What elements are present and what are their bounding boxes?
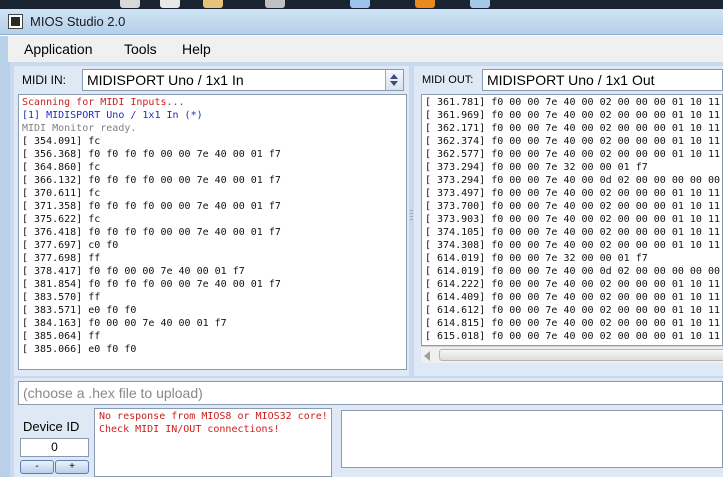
midi-out-log-line: [ 373.294] f0 00 00 7e 40 00 0d 02 00 00… xyxy=(425,175,721,186)
midi-out-log-line: [ 361.781] f0 00 00 7e 40 00 02 00 00 00… xyxy=(425,97,721,108)
hex-file-field[interactable] xyxy=(19,382,722,404)
midi-in-log-line: [ 383.570] ff xyxy=(22,292,101,303)
device-id-increment-button[interactable]: + xyxy=(55,460,89,474)
midi-in-log-line: [ 376.418] f0 f0 f0 f0 00 00 7e 40 00 01… xyxy=(22,227,281,238)
midi-in-select-arrows[interactable] xyxy=(385,70,403,90)
midi-out-log-line: [ 362.374] f0 00 00 7e 40 00 02 00 00 00… xyxy=(425,136,721,147)
midi-out-log-line: [ 614.019] f0 00 00 7e 40 00 0d 02 00 00… xyxy=(425,266,721,277)
midi-out-select[interactable]: MIDISPORT Uno / 1x1 Out xyxy=(482,69,723,91)
status-line: No response from MIOS8 or MIOS32 core! xyxy=(99,411,328,422)
midi-in-log-line: [ 354.091] fc xyxy=(22,136,101,147)
midi-out-label: MIDI OUT: xyxy=(422,74,474,86)
status-line: Check MIDI IN/OUT connections! xyxy=(99,424,280,435)
midi-in-log-line: [ 366.132] f0 f0 f0 f0 00 00 7e 40 00 01… xyxy=(22,175,281,186)
menu-help[interactable]: Help xyxy=(182,41,211,57)
arrow-down-icon xyxy=(390,81,398,86)
midi-in-log-line: [ 384.163] f0 00 00 7e 40 00 01 f7 xyxy=(22,318,227,329)
midi-in-log-line: [ 356.368] f0 f0 f0 f0 00 00 7e 40 00 01… xyxy=(22,149,281,160)
midi-out-log-line: [ 373.497] f0 00 00 7e 40 00 02 00 00 00… xyxy=(425,188,721,199)
midi-out-log-line: [ 374.105] f0 00 00 7e 40 00 02 00 00 00… xyxy=(425,227,721,238)
midi-out-log-line: [ 614.612] f0 00 00 7e 40 00 02 00 00 00… xyxy=(425,305,721,316)
menu-application[interactable]: Application xyxy=(24,41,93,57)
midi-out-horizontal-scrollbar[interactable] xyxy=(421,346,723,363)
title-bar[interactable]: MIOS Studio 2.0 xyxy=(0,9,723,35)
midi-in-log-line: MIDI Monitor ready. xyxy=(22,123,137,134)
midi-in-log-line: [ 381.854] f0 f0 f0 f0 00 00 7e 40 00 01… xyxy=(22,279,281,290)
taskbar xyxy=(0,0,723,9)
midi-in-selected-value: MIDISPORT Uno / 1x1 In xyxy=(87,72,244,88)
midi-out-log-line: [ 374.308] f0 00 00 7e 40 00 02 00 00 00… xyxy=(425,240,721,251)
taskbar-app-icon[interactable] xyxy=(265,0,285,8)
midi-in-select[interactable]: MIDISPORT Uno / 1x1 In xyxy=(82,69,404,91)
taskbar-app-icon[interactable] xyxy=(415,0,435,8)
midi-out-log-line: [ 373.700] f0 00 00 7e 40 00 02 00 00 00… xyxy=(425,201,721,212)
midi-in-log-line: [ 383.571] e0 f0 f0 xyxy=(22,305,137,316)
midi-in-log-line: [ 375.622] fc xyxy=(22,214,101,225)
midi-out-log-line: [ 362.577] f0 00 00 7e 40 00 02 00 00 00… xyxy=(425,149,721,160)
midi-in-log-line: [1] MIDISPORT Uno / 1x1 In (*) xyxy=(22,110,203,121)
device-id-decrement-button[interactable]: - xyxy=(20,460,54,474)
device-id-field[interactable]: 0 xyxy=(20,438,89,457)
device-id-label: Device ID xyxy=(23,419,80,434)
midi-in-log-line: [ 370.611] fc xyxy=(22,188,101,199)
midi-in-label: MIDI IN: xyxy=(22,73,66,87)
scroll-left-icon[interactable] xyxy=(424,351,430,361)
taskbar-app-icon[interactable] xyxy=(160,0,180,8)
midi-out-log-line: [ 373.294] f0 00 00 7e 32 00 00 01 f7 xyxy=(425,162,648,173)
midi-in-log-line: [ 371.358] f0 f0 f0 f0 00 00 7e 40 00 01… xyxy=(22,201,281,212)
midi-in-log-line: [ 385.064] ff xyxy=(22,331,101,342)
window-title: MIOS Studio 2.0 xyxy=(30,14,126,29)
midi-in-log-line: Scanning for MIDI Inputs... xyxy=(22,97,185,108)
midi-out-log-line: [ 361.969] f0 00 00 7e 40 00 02 00 00 00… xyxy=(425,110,721,121)
status-message-box: No response from MIOS8 or MIOS32 core! Ch… xyxy=(94,408,332,477)
menu-bar: Application Tools Help xyxy=(8,36,723,62)
query-output-box[interactable] xyxy=(341,410,723,468)
midi-out-log-line: [ 362.171] f0 00 00 7e 40 00 02 00 00 00… xyxy=(425,123,721,134)
midi-in-log-line: [ 385.066] e0 f0 f0 xyxy=(22,344,137,355)
menu-tools[interactable]: Tools xyxy=(124,41,157,57)
midi-in-log-line: [ 364.860] fc xyxy=(22,162,101,173)
midi-in-monitor[interactable]: Scanning for MIDI Inputs... [1] MIDISPORT… xyxy=(18,94,407,370)
arrow-up-icon xyxy=(390,74,398,79)
hex-file-input[interactable] xyxy=(18,381,723,405)
midi-out-selected-value: MIDISPORT Uno / 1x1 Out xyxy=(487,72,655,88)
midi-out-log-line: [ 614.409] f0 00 00 7e 40 00 02 00 00 00… xyxy=(425,292,721,303)
window-frame xyxy=(0,36,10,477)
taskbar-app-icon[interactable] xyxy=(470,0,490,8)
app-icon xyxy=(8,14,23,29)
taskbar-app-icon[interactable] xyxy=(350,0,370,8)
scrollbar-thumb[interactable] xyxy=(439,349,723,361)
midi-out-log-line: [ 615.018] f0 00 00 7e 40 00 02 00 00 00… xyxy=(425,331,721,342)
taskbar-app-icon[interactable] xyxy=(120,0,140,8)
midi-out-monitor[interactable]: [ 361.781] f0 00 00 7e 40 00 02 00 00 00… xyxy=(421,94,723,346)
midi-out-log-line: [ 373.903] f0 00 00 7e 40 00 02 00 00 00… xyxy=(425,214,721,225)
midi-in-log-line: [ 377.698] ff xyxy=(22,253,101,264)
midi-out-log-line: [ 614.019] f0 00 00 7e 32 00 00 01 f7 xyxy=(425,253,648,264)
midi-in-log-line: [ 377.697] c0 f0 xyxy=(22,240,119,251)
taskbar-app-icon[interactable] xyxy=(203,0,223,8)
midi-out-log-line: [ 614.815] f0 00 00 7e 40 00 02 00 00 00… xyxy=(425,318,721,329)
vertical-splitter-grip[interactable] xyxy=(410,210,413,222)
midi-in-log-line: [ 378.417] f0 f0 00 00 7e 40 00 01 f7 xyxy=(22,266,245,277)
midi-out-log-line: [ 614.222] f0 00 00 7e 40 00 02 00 00 00… xyxy=(425,279,721,290)
